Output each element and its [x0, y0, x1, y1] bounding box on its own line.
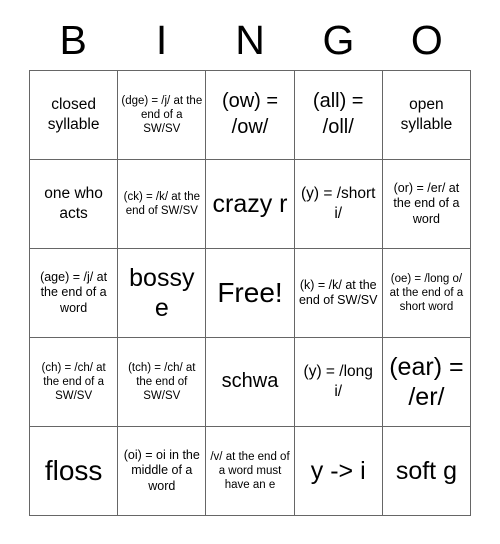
header-letter-n: N [235, 16, 265, 63]
bingo-cell-text: (ear) = /er/ [389, 353, 464, 411]
bingo-cell-text: (all) = /oll/ [312, 90, 364, 138]
header-letter-g: G [322, 16, 355, 63]
bingo-row: (age) = /j/ at the end of a word bossy e… [30, 249, 472, 338]
bingo-cell[interactable]: closed syllable [30, 71, 119, 160]
bingo-cell-text: (ow) = /ow/ [221, 90, 279, 138]
bingo-card: B I N G O closed syllable (dge) = /j/ at… [29, 10, 472, 516]
bingo-cell[interactable]: (k) = /k/ at the end of SW/SV [294, 249, 383, 338]
bingo-cell-text: open syllable [400, 95, 453, 133]
bingo-cell-text: (oi) = oi in the middle of a word [123, 447, 200, 493]
bingo-cell-text: floss [44, 455, 103, 487]
bingo-cell-text: (dge) = /j/ at the end of a SW/SV [121, 94, 203, 135]
bingo-cell[interactable]: (all) = /oll/ [294, 71, 383, 160]
bingo-cell-text: (ck) = /k/ at the end of SW/SV [123, 190, 200, 217]
bingo-cell[interactable]: (age) = /j/ at the end of a word [30, 249, 119, 338]
bingo-cell-text: (age) = /j/ at the end of a word [40, 269, 108, 315]
bingo-cell-text: soft g [395, 457, 457, 485]
bingo-cell-text: (ch) = /ch/ at the end of a SW/SV [41, 361, 106, 402]
bingo-cell-text: (or) = /er/ at the end of a word [393, 180, 460, 226]
bingo-cell[interactable]: (oi) = oi in the middle of a word [118, 427, 207, 516]
bingo-cell[interactable]: floss [30, 427, 119, 516]
bingo-cell-text: closed syllable [47, 95, 100, 133]
bingo-cell[interactable]: y -> i [294, 427, 383, 516]
bingo-row: (ch) = /ch/ at the end of a SW/SV (tch) … [30, 338, 472, 427]
bingo-grid: closed syllable (dge) = /j/ at the end o… [29, 70, 472, 516]
bingo-cell[interactable]: (ck) = /k/ at the end of SW/SV [118, 160, 207, 249]
bingo-header: B I N G O [29, 10, 471, 70]
bingo-cell-text: (oe) = /long o/ at the end of a short wo… [389, 272, 464, 313]
bingo-row: one who acts (ck) = /k/ at the end of SW… [30, 160, 472, 249]
bingo-cell[interactable]: (tch) = /ch/ at the end of SW/SV [118, 338, 207, 427]
bingo-cell-text: (tch) = /ch/ at the end of SW/SV [128, 361, 196, 402]
bingo-cell[interactable]: open syllable [382, 71, 472, 160]
bingo-cell-text: schwa [221, 370, 279, 393]
bingo-cell-text: /v/ at the end of a word must have an e [210, 450, 290, 491]
bingo-cell[interactable]: one who acts [30, 160, 119, 249]
bingo-cell[interactable]: (ch) = /ch/ at the end of a SW/SV [30, 338, 119, 427]
bingo-row: closed syllable (dge) = /j/ at the end o… [30, 71, 472, 160]
bingo-cell-text: (y) = /long i/ [303, 362, 373, 400]
bingo-cell-text: crazy r [212, 190, 288, 218]
bingo-cell[interactable]: (or) = /er/ at the end of a word [382, 160, 472, 249]
header-letter-i: I [155, 16, 168, 63]
bingo-cell[interactable]: (y) = /short i/ [294, 160, 383, 249]
bingo-cell[interactable]: (dge) = /j/ at the end of a SW/SV [118, 71, 207, 160]
bingo-cell[interactable]: /v/ at the end of a word must have an e [206, 427, 295, 516]
bingo-cell-text: bossy e [129, 264, 195, 322]
bingo-cell[interactable]: schwa [206, 338, 295, 427]
bingo-cell-text: y -> i [310, 457, 366, 485]
bingo-cell-free-space[interactable]: Free! [206, 249, 295, 338]
bingo-cell-text: (y) = /short i/ [300, 184, 376, 222]
bingo-cell[interactable]: (y) = /long i/ [294, 338, 383, 427]
bingo-cell[interactable]: (ear) = /er/ [382, 338, 472, 427]
bingo-cell-text: one who acts [44, 184, 103, 222]
bingo-cell[interactable]: (ow) = /ow/ [206, 71, 295, 160]
header-letter-b: B [59, 16, 87, 63]
header-letter-o: O [410, 16, 443, 63]
bingo-cell-text: Free! [217, 277, 283, 309]
bingo-row: floss (oi) = oi in the middle of a word … [30, 427, 472, 516]
bingo-cell-text: (k) = /k/ at the end of SW/SV [298, 277, 378, 308]
bingo-cell[interactable]: (oe) = /long o/ at the end of a short wo… [382, 249, 472, 338]
bingo-cell[interactable]: soft g [382, 427, 472, 516]
bingo-cell[interactable]: crazy r [206, 160, 295, 249]
bingo-cell[interactable]: bossy e [118, 249, 207, 338]
